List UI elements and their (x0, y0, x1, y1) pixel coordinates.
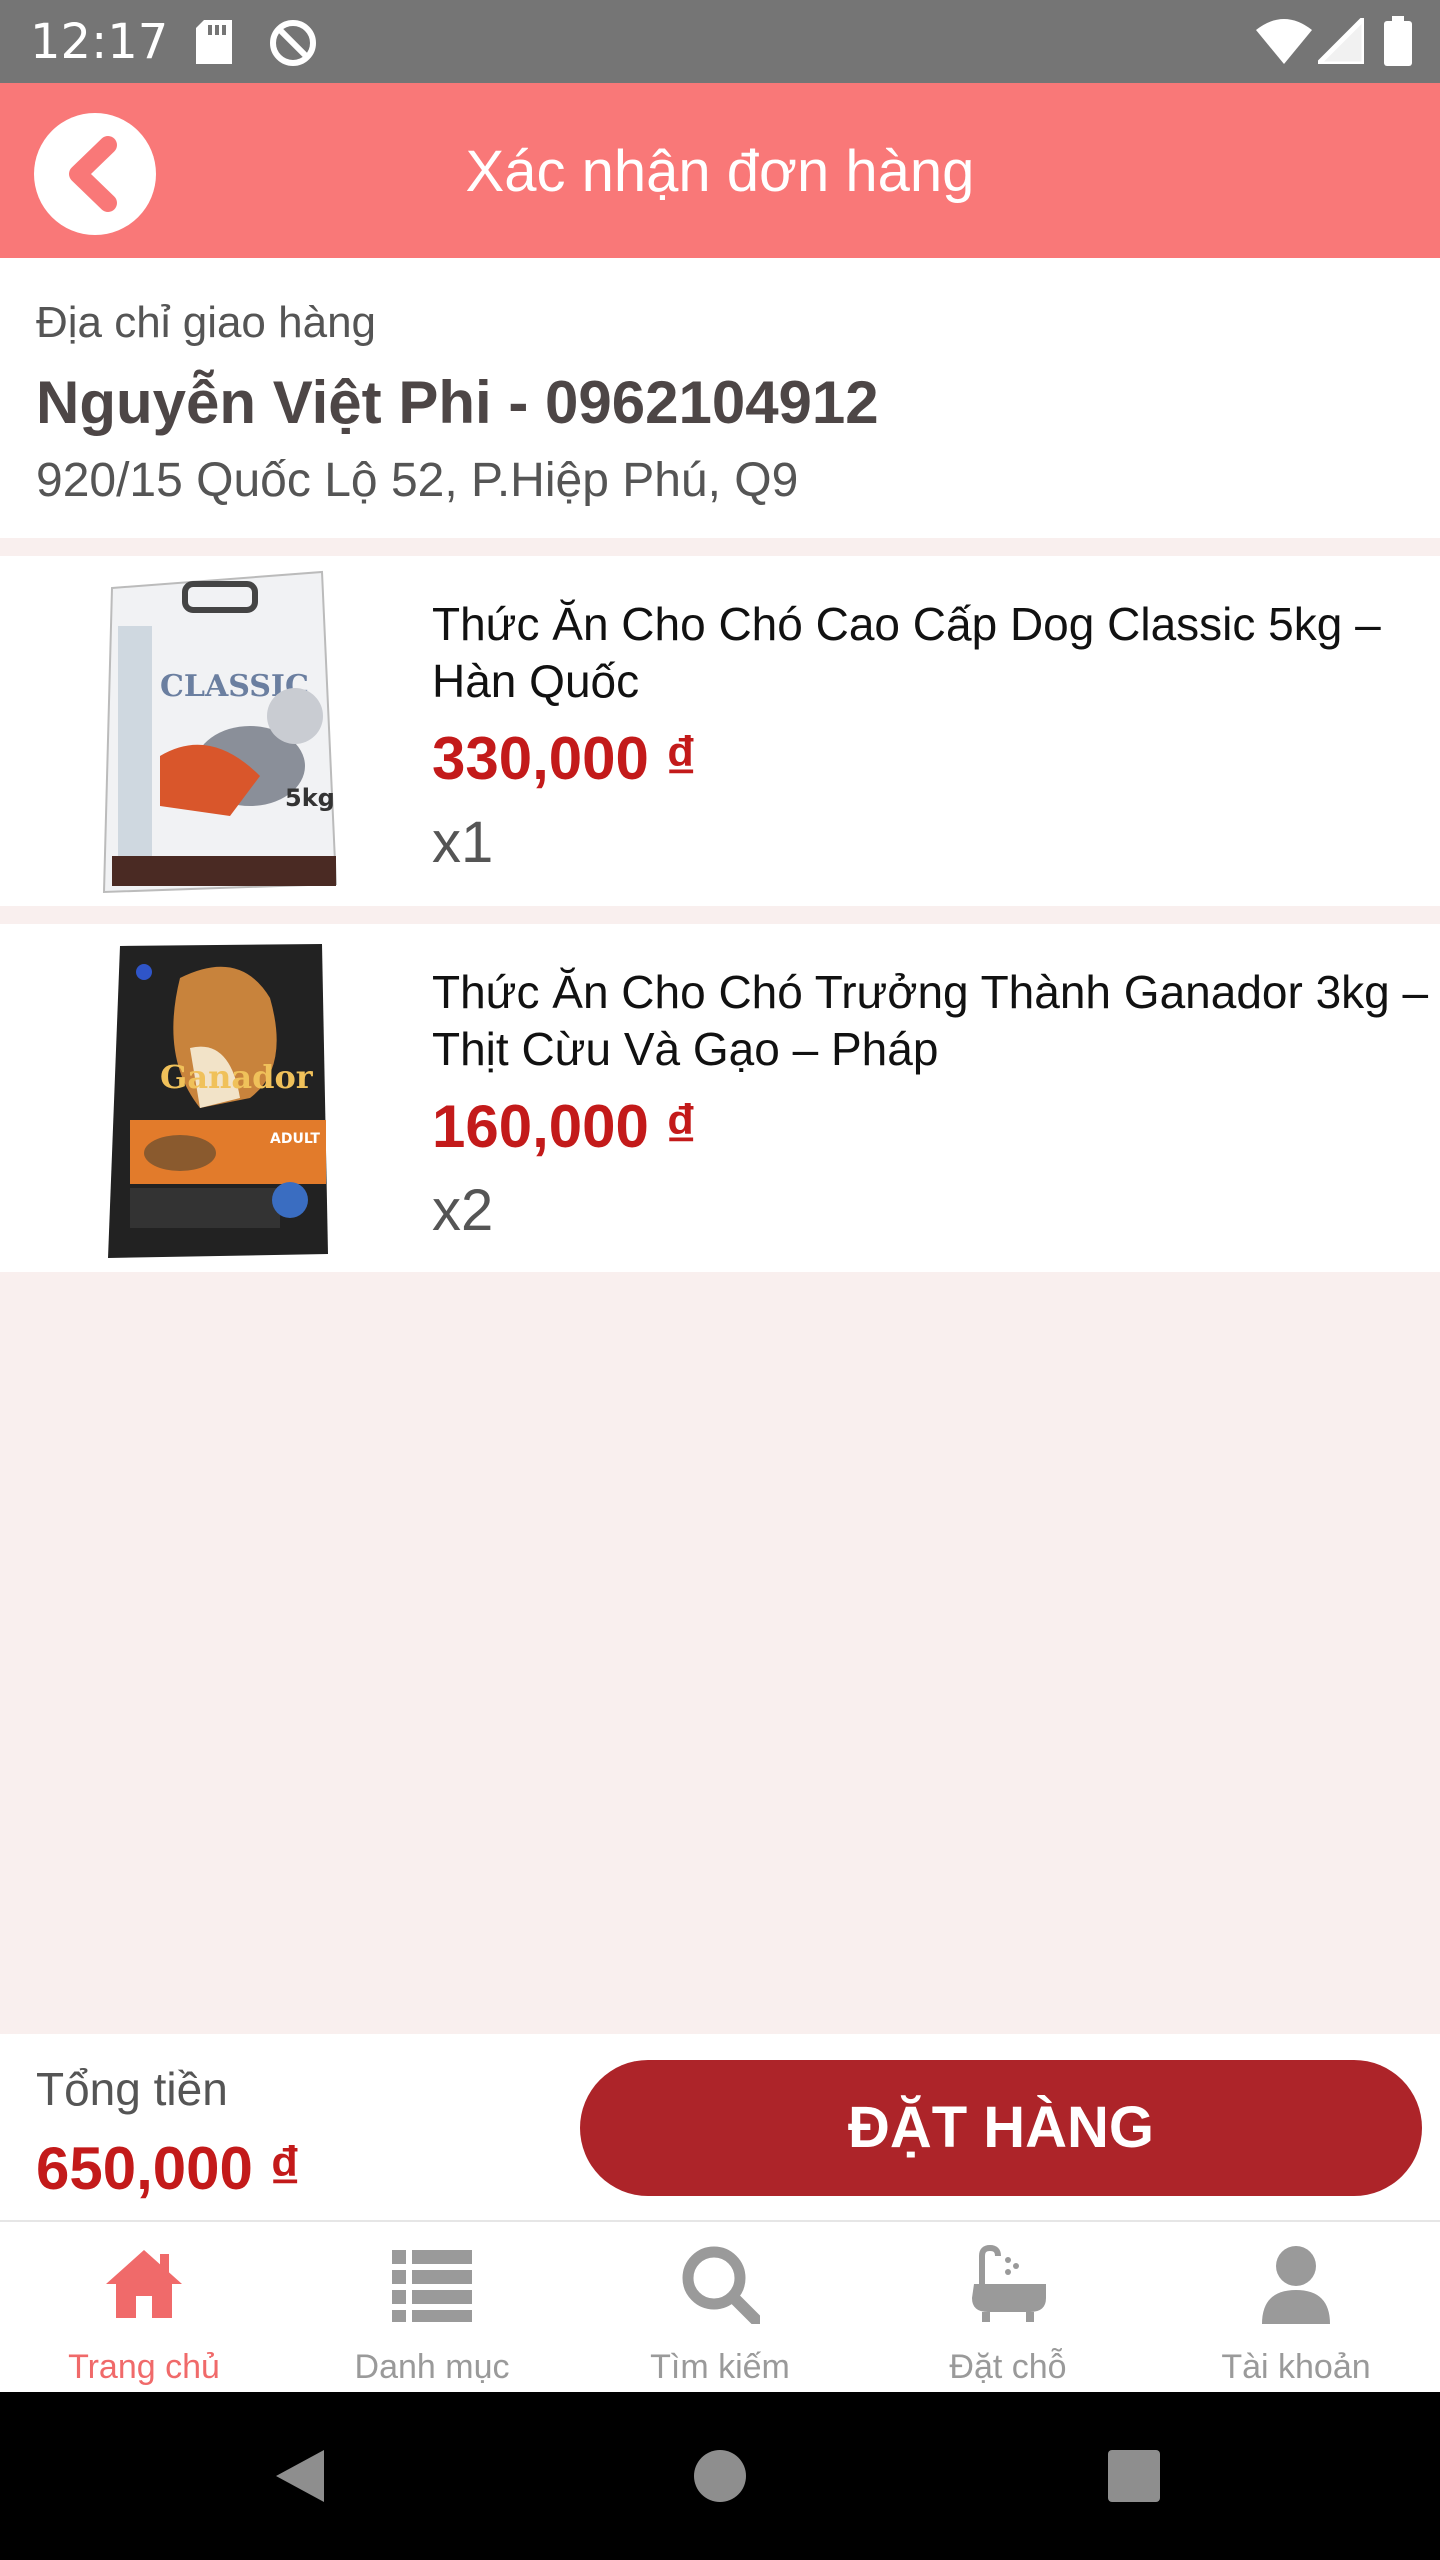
recipient-name-phone: Nguyễn Việt Phi - 0962104912 (36, 369, 879, 436)
svg-text:Ganador: Ganador (160, 1058, 314, 1096)
product-price: 160,000 ₫ (432, 1093, 697, 1160)
list-item[interactable]: Ganador ADULT Thức Ăn Cho Chó Trưởng Thà… (0, 924, 1440, 1272)
tab-search[interactable]: Tìm kiếm (576, 2222, 864, 2394)
total-label: Tổng tiền (36, 2063, 228, 2115)
product-quantity: x1 (432, 810, 494, 875)
wifi-icon (1256, 19, 1312, 64)
battery-icon (1384, 16, 1412, 66)
tab-label: Đặt chỗ (949, 2348, 1067, 2386)
sd-card-icon (196, 20, 232, 64)
status-time: 12:17 (30, 14, 169, 70)
signal-icon (1318, 18, 1364, 64)
list-icon (392, 2250, 472, 2322)
nav-recents-icon[interactable] (1104, 2446, 1164, 2506)
product-image: Ganador ADULT (108, 944, 328, 1258)
product-quantity: x2 (432, 1178, 494, 1243)
product-name: Thức Ăn Cho Chó Trưởng Thành Ganador 3kg… (432, 966, 1429, 1075)
product-image: CLASSIC 5kg (102, 570, 338, 894)
tab-home[interactable]: Trang chủ (0, 2222, 288, 2394)
do-not-disturb-icon (270, 20, 316, 66)
tab-categories[interactable]: Danh mục (288, 2222, 576, 2394)
status-bar: 12:17 (0, 0, 1440, 83)
system-nav-bar (0, 2392, 1440, 2560)
total-value: 650,000 ₫ (36, 2135, 301, 2202)
product-name: Thức Ăn Cho Chó Cao Cấp Dog Classic 5kg … (432, 598, 1381, 707)
product-price: 330,000 ₫ (432, 725, 697, 792)
tab-label: Tài khoản (1221, 2348, 1371, 2386)
tab-label: Tìm kiếm (650, 2348, 790, 2386)
address-line: 920/15 Quốc Lộ 52, P.Hiệp Phú, Q9 (36, 454, 799, 507)
tab-account[interactable]: Tài khoản (1152, 2222, 1440, 2394)
app-header: Xác nhận đơn hàng (0, 83, 1440, 258)
user-icon (1262, 2246, 1330, 2324)
svg-text:ADULT: ADULT (270, 1131, 320, 1147)
bathtub-icon (972, 2244, 1046, 2322)
search-icon (682, 2246, 760, 2324)
place-order-button[interactable]: ĐẶT HÀNG (580, 2060, 1422, 2196)
nav-back-icon[interactable] (270, 2446, 330, 2506)
svg-text:5kg: 5kg (285, 784, 335, 812)
shipping-address[interactable]: Địa chỉ giao hàng Nguyễn Việt Phi - 0962… (0, 258, 1440, 538)
order-summary: Tổng tiền 650,000 ₫ ĐẶT HÀNG (0, 2034, 1440, 2220)
address-label: Địa chỉ giao hàng (36, 298, 377, 347)
list-item[interactable]: CLASSIC 5kg Thức Ăn Cho Chó Cao Cấp Dog … (0, 556, 1440, 906)
tab-booking[interactable]: Đặt chỗ (864, 2222, 1152, 2394)
tab-label: Danh mục (354, 2348, 510, 2386)
page-title: Xác nhận đơn hàng (465, 139, 975, 204)
home-icon (106, 2250, 182, 2318)
nav-home-icon[interactable] (690, 2446, 750, 2506)
bottom-tab-bar: Trang chủ Danh mục Tìm kiếm Đặt chỗ Tài … (0, 2220, 1440, 2392)
tab-label: Trang chủ (68, 2348, 220, 2386)
